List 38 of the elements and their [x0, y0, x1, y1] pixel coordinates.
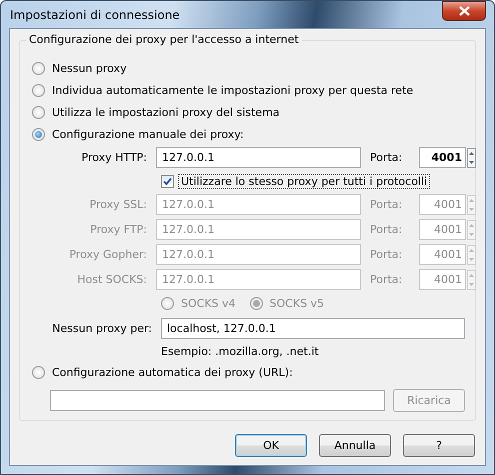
- close-button[interactable]: [442, 0, 486, 20]
- group-legend: Configurazione dei proxy per l'accesso a internet: [26, 33, 302, 46]
- port-label: Porta:: [370, 198, 404, 211]
- proxy-label: Proxy HTTP:: [80, 151, 147, 164]
- proxy-field[interactable]: 127.0.0.1: [156, 147, 361, 168]
- radio-label: SOCKS v4: [181, 296, 236, 310]
- port-label: Porta:: [370, 151, 404, 164]
- proxy-label: Proxy FTP:: [89, 223, 147, 236]
- window-title: Impostazioni di connessione: [9, 8, 180, 22]
- radio-button[interactable]: [32, 366, 45, 378]
- no-proxy-field[interactable]: localhost, 127.0.0.1: [161, 318, 465, 339]
- radio-label: SOCKS v5: [270, 296, 324, 310]
- port-label: Porta:: [370, 273, 404, 286]
- spin-arrows-icon[interactable]: [467, 148, 476, 168]
- dialog-button[interactable]: OK: [235, 434, 307, 457]
- radio-button[interactable]: [32, 62, 45, 74]
- radio-button[interactable]: [32, 128, 45, 140]
- radio-label: Configurazione manuale dei proxy:: [52, 128, 244, 140]
- proxy-label: Host SOCKS:: [76, 273, 147, 286]
- no-proxy-label: Nessun proxy per:: [51, 322, 152, 335]
- dialog-button[interactable]: ?: [403, 434, 475, 457]
- checkbox[interactable]: [161, 174, 174, 188]
- radio-label: Nessun proxy: [52, 62, 127, 74]
- dialog-button[interactable]: Annulla: [319, 434, 391, 457]
- port-field[interactable]: 4001: [419, 147, 466, 168]
- radio-label: Individua automaticamente le impostazioni proxy per questa rete: [52, 84, 414, 96]
- port-label: Porta:: [370, 223, 404, 236]
- port-label: Porta:: [370, 248, 404, 261]
- proxy-label: Proxy SSL:: [88, 198, 147, 211]
- proxy-label: Proxy Gopher:: [68, 248, 147, 261]
- radio-button[interactable]: [32, 84, 45, 96]
- radio-button[interactable]: [32, 106, 45, 118]
- url-field[interactable]: [50, 390, 385, 411]
- radio-label: Configurazione automatica dei proxy (URL):: [52, 366, 293, 378]
- example-hint: Esempio: .mozilla.org, .net.it: [161, 344, 320, 360]
- checkbox-label: Utilizzare lo stesso proxy per tutti i protocolli: [178, 174, 430, 188]
- radio-label: Utilizza le impostazioni proxy del sistema: [52, 106, 280, 118]
- close-icon: [458, 6, 470, 16]
